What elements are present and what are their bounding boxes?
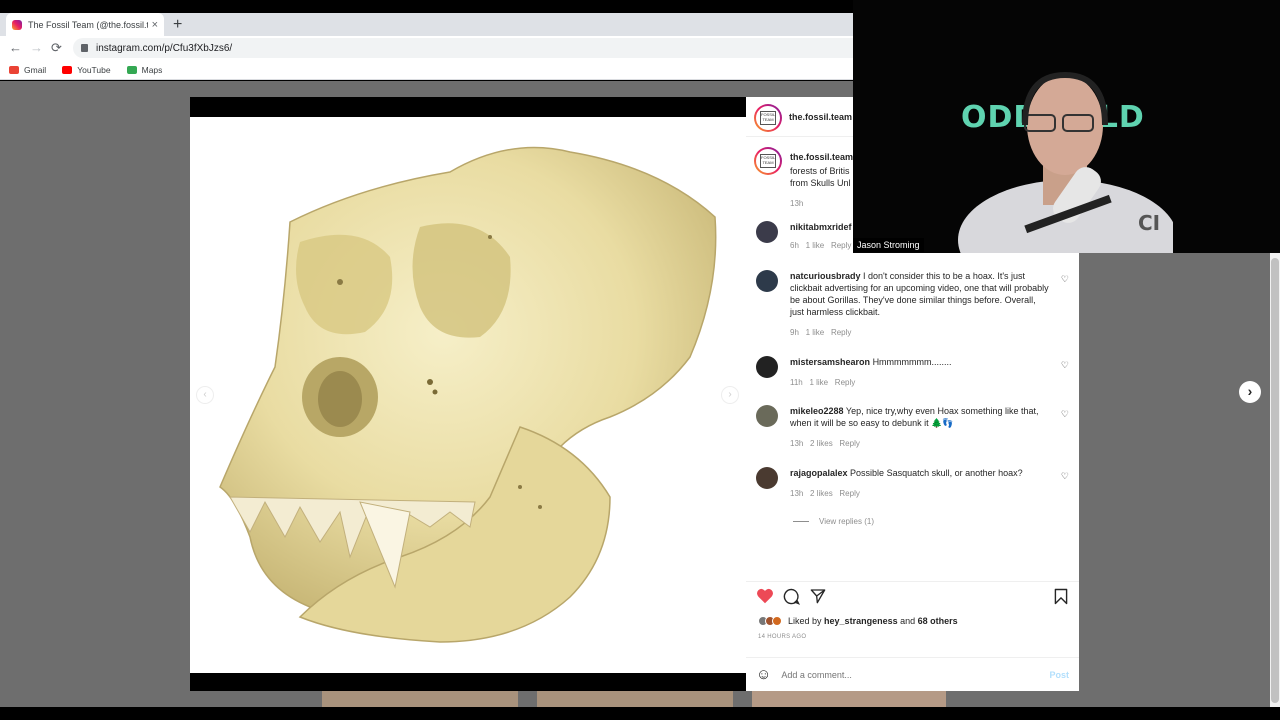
- comment-username[interactable]: rajagopalalex: [790, 468, 848, 478]
- header-username[interactable]: the.fossil.team: [789, 112, 852, 122]
- comment-like-heart-icon[interactable]: ♡: [1061, 409, 1069, 420]
- maps-icon: [126, 65, 137, 74]
- add-comment-input[interactable]: [781, 669, 1050, 680]
- liked-by-user[interactable]: hey_strangeness: [824, 616, 898, 626]
- tab-title: The Fossil Team (@the.fossil.team: [28, 19, 148, 30]
- comment-text: Hmmmmmmm........: [872, 357, 952, 367]
- comment-likes[interactable]: 2 likes: [810, 439, 833, 448]
- reload-icon[interactable]: ⟳: [51, 40, 62, 56]
- view-replies-label: View replies (1): [819, 517, 874, 526]
- comment-time: 13h: [790, 439, 804, 448]
- previous-image-icon[interactable]: ‹: [196, 386, 214, 404]
- bookmark-label: Gmail: [24, 64, 47, 75]
- next-image-icon[interactable]: ›: [721, 386, 739, 404]
- comment-time: 9h: [790, 328, 799, 337]
- comment-like-heart-icon[interactable]: ♡: [1061, 471, 1069, 482]
- grid-thumbnail[interactable]: [322, 690, 518, 707]
- bookmark-maps[interactable]: Maps: [126, 64, 163, 75]
- browser-toolbar: ← → ⟳ instagram.com/p/Cfu3fXbJzs6/: [0, 36, 853, 60]
- comment-username[interactable]: nikitabmxridef: [790, 222, 852, 232]
- bookmark-gmail[interactable]: Gmail: [9, 65, 46, 75]
- lock-icon: [81, 44, 88, 52]
- comment-reply-button[interactable]: Reply: [839, 489, 859, 498]
- profile-avatar[interactable]: FOSSIL TEAM: [754, 104, 782, 132]
- caption-username[interactable]: the.fossil.team: [790, 152, 853, 162]
- bookmark-youtube[interactable]: YouTube: [62, 64, 111, 75]
- comment-time: 13h: [790, 489, 804, 498]
- comment-username[interactable]: mikeleo2288: [790, 406, 844, 416]
- comment-bubble-icon[interactable]: [783, 588, 800, 605]
- address-url: instagram.com/p/Cfu3fXbJzs6/: [96, 42, 233, 54]
- bookmarks-bar: Gmail YouTube Maps: [0, 60, 853, 80]
- comment-likes[interactable]: 1 like: [809, 378, 828, 387]
- comment-likes[interactable]: 2 likes: [810, 489, 833, 498]
- share-send-icon[interactable]: [810, 588, 826, 604]
- post-image-skull[interactable]: [190, 117, 746, 673]
- grid-thumbnail[interactable]: [537, 690, 733, 707]
- liked-by-others[interactable]: 68 others: [918, 616, 958, 626]
- post-actions: Liked by hey_strangeness and 68 others 1…: [746, 581, 1079, 641]
- bookmark-label: Maps: [141, 64, 163, 75]
- screen: The Fossil Team (@the.fossil.team × + ← …: [0, 0, 1280, 720]
- bottom-bar: [0, 707, 1280, 720]
- liked-by-prefix: Liked by: [788, 616, 822, 626]
- comment-username[interactable]: mistersamshearon: [790, 357, 870, 367]
- svg-text:CI: CI: [1138, 211, 1160, 235]
- like-heart-icon[interactable]: [756, 588, 774, 604]
- post-timestamp: 14 HOURS AGO: [758, 634, 807, 640]
- comment-reply-button[interactable]: Reply: [831, 241, 851, 250]
- comment-likes[interactable]: 1 like: [806, 241, 825, 250]
- liked-by-and: and: [900, 616, 916, 626]
- post-comment-button[interactable]: Post: [1049, 670, 1069, 680]
- commenter-avatar[interactable]: [756, 270, 778, 292]
- comment-likes[interactable]: 1 like: [806, 328, 825, 337]
- caption-avatar[interactable]: FOSSIL TEAM: [754, 147, 782, 175]
- liker-avatar: [772, 616, 782, 626]
- comment-like-heart-icon[interactable]: ♡: [1061, 360, 1069, 371]
- comment-reply-button[interactable]: Reply: [831, 328, 851, 337]
- avatar-logo-text: FOSSIL TEAM: [760, 111, 776, 125]
- forward-arrow-icon[interactable]: →: [30, 40, 43, 55]
- address-bar[interactable]: instagram.com/p/Cfu3fXbJzs6/: [73, 38, 853, 58]
- comment-reply-button[interactable]: Reply: [835, 378, 855, 387]
- comment-reply-button[interactable]: Reply: [839, 439, 859, 448]
- liked-by-row: Liked by hey_strangeness and 68 others: [758, 616, 958, 626]
- comment-text: Possible Sasquatch skull, or another hoa…: [850, 468, 1023, 478]
- comment-username[interactable]: natcuriousbrady: [790, 271, 861, 281]
- avatar-logo-text: FOSSIL TEAM: [760, 154, 776, 168]
- view-replies[interactable]: View replies (1): [793, 517, 874, 526]
- webcam-overlay: ODD TOLD CI Jason Stroming: [853, 0, 1280, 253]
- bookmark-label: YouTube: [77, 64, 111, 75]
- save-bookmark-icon[interactable]: [1054, 588, 1068, 605]
- replies-line: [793, 521, 809, 522]
- scrollbar-thumb[interactable]: [1271, 258, 1279, 703]
- add-comment-bar: ☺ Post: [746, 657, 1079, 691]
- gmail-icon: [9, 65, 19, 74]
- youtube-icon: [62, 65, 73, 74]
- commenter-avatar[interactable]: [756, 221, 778, 243]
- grid-thumbnail[interactable]: [752, 690, 946, 707]
- back-arrow-icon[interactable]: ←: [9, 40, 22, 55]
- instagram-favicon-icon: [12, 19, 22, 30]
- comment-time: 11h: [790, 378, 803, 387]
- commenter-avatar[interactable]: [756, 405, 778, 427]
- tab-close-icon[interactable]: ×: [152, 19, 158, 31]
- emoji-smiley-icon[interactable]: ☺: [756, 666, 771, 683]
- streamer-name-label: Jason Stroming: [853, 238, 924, 252]
- skull-illustration: [219, 146, 717, 643]
- comment-like-heart-icon[interactable]: ♡: [1061, 274, 1069, 285]
- comment-time: 6h: [790, 241, 799, 250]
- browser-tabstrip: The Fossil Team (@the.fossil.team × +: [0, 13, 853, 36]
- new-tab-button[interactable]: +: [173, 16, 182, 34]
- next-post-chevron-icon[interactable]: ›: [1239, 381, 1261, 403]
- streamer-figure: CI: [958, 71, 1173, 253]
- commenter-avatar[interactable]: [756, 356, 778, 378]
- commenter-avatar[interactable]: [756, 467, 778, 489]
- browser-tab[interactable]: The Fossil Team (@the.fossil.team ×: [6, 13, 164, 36]
